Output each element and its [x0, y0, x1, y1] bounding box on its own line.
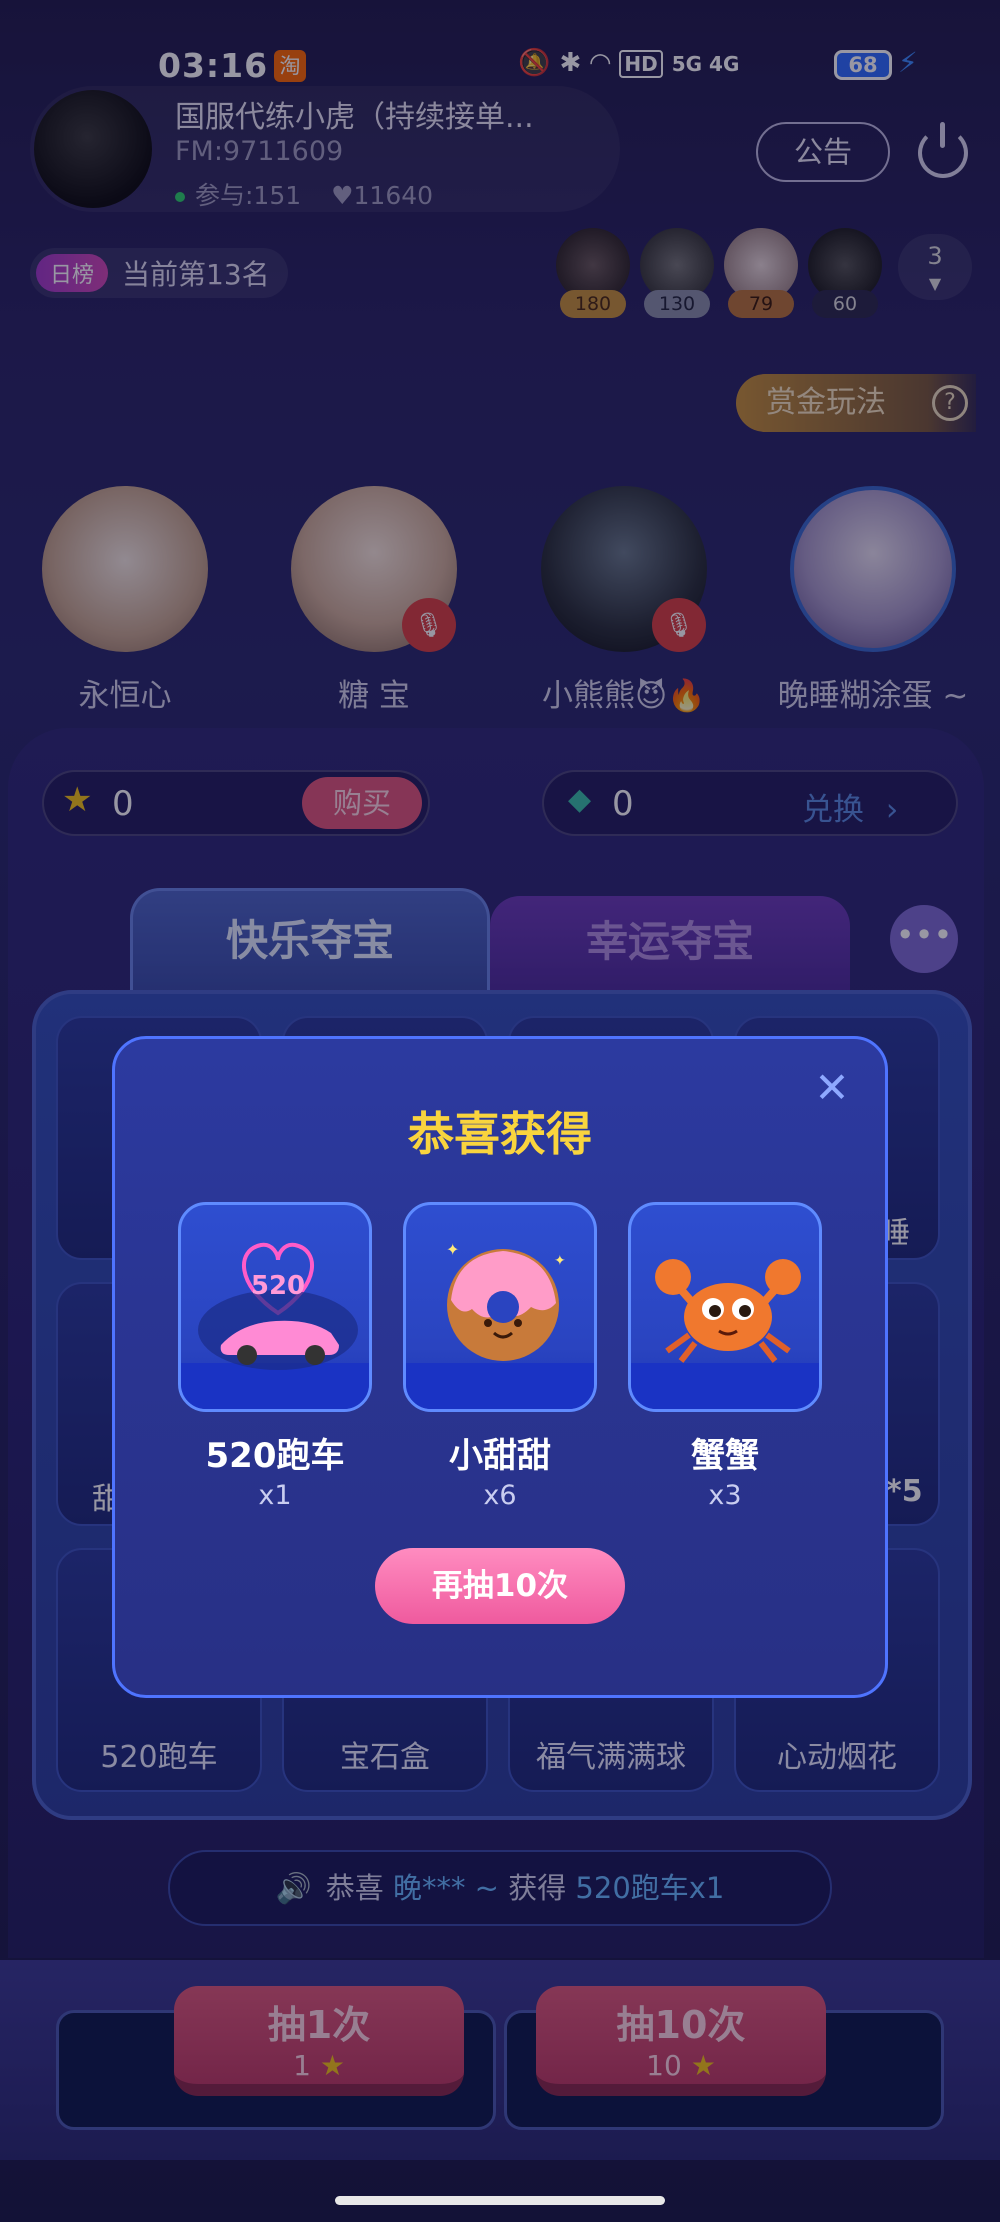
close-icon[interactable]: ✕	[812, 1067, 852, 1109]
prize-card: ✦ ✦	[403, 1202, 597, 1412]
prize-quantity: x6	[483, 1480, 517, 1511]
draw-again-button[interactable]: 再抽10次	[375, 1548, 625, 1624]
sports-car-icon	[198, 1242, 358, 1370]
prize-quantity: x3	[708, 1480, 742, 1511]
prize-quantity: x1	[258, 1480, 292, 1511]
prize-card: 520	[178, 1202, 372, 1412]
prize-card	[628, 1202, 822, 1412]
prize-name: 蟹蟹	[691, 1436, 759, 1476]
prize-name: 小甜甜	[449, 1436, 551, 1476]
crab-icon	[655, 1259, 801, 1363]
prize-art-text: 520	[250, 1271, 306, 1301]
prize-name: 520跑车	[205, 1436, 345, 1476]
reward-dialog-title: 恭喜获得	[408, 1107, 592, 1161]
svg-text:✦: ✦	[446, 1240, 459, 1259]
home-indicator[interactable]	[335, 2196, 665, 2205]
donut-icon: ✦✦	[446, 1240, 566, 1361]
svg-text:✦: ✦	[554, 1253, 566, 1269]
